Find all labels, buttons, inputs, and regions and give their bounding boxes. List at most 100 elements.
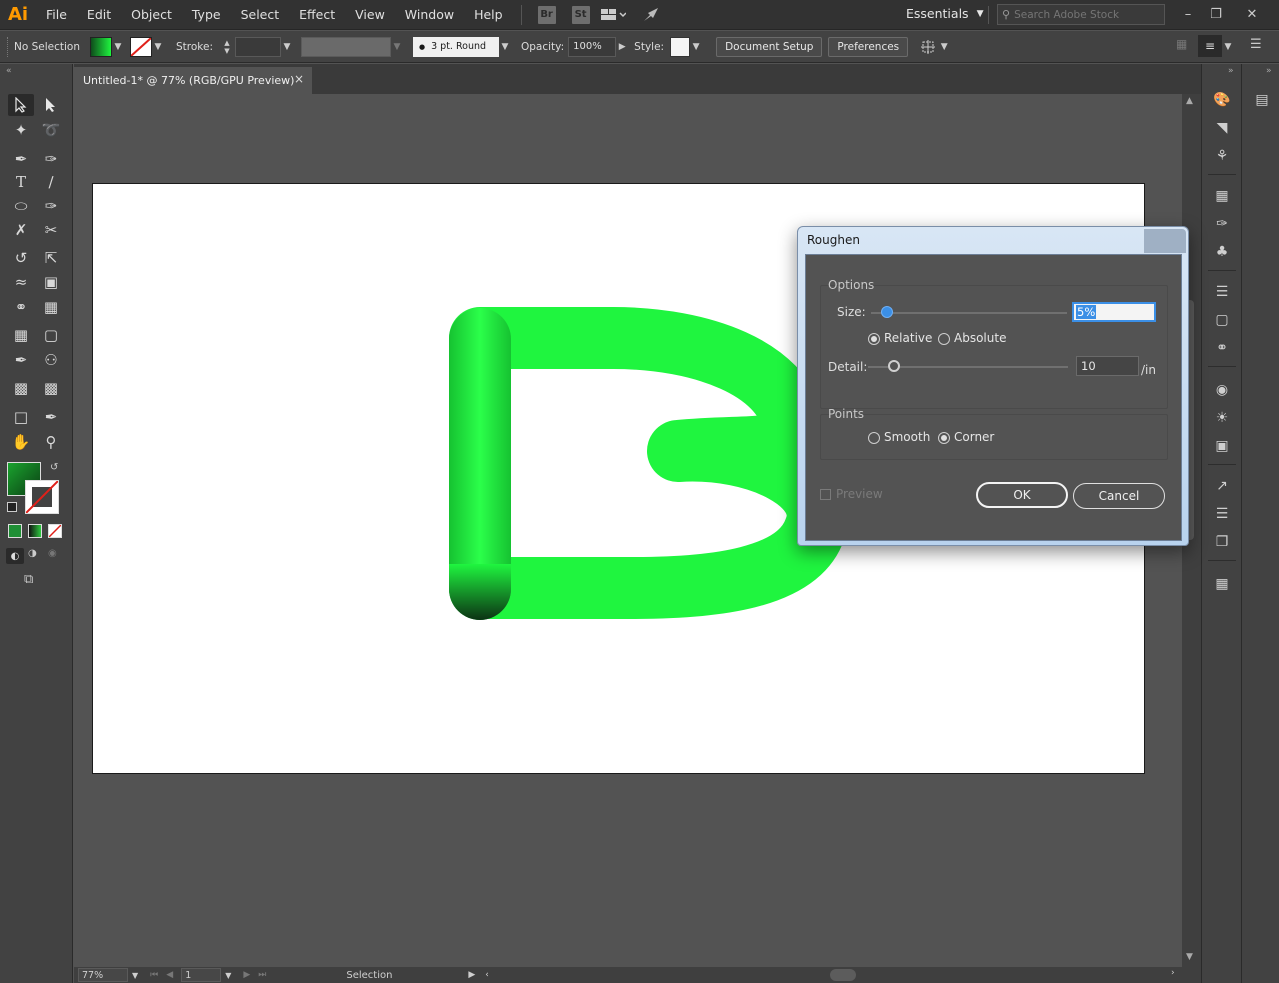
- stroke-weight-stepper[interactable]: ▲ ▼: [221, 37, 233, 57]
- menu-window[interactable]: Window: [395, 0, 464, 30]
- scale-tool-icon[interactable]: ⇱: [38, 247, 64, 269]
- chevron-down-icon[interactable]: ▼: [1222, 37, 1234, 57]
- transform-icon[interactable]: [918, 37, 938, 57]
- selection-tool-icon[interactable]: [8, 94, 34, 116]
- pen-tool-icon[interactable]: ✒: [8, 148, 34, 170]
- free-transform-tool-icon[interactable]: ▣: [38, 271, 64, 293]
- artboard-tool-icon[interactable]: □: [8, 406, 34, 428]
- stock-button[interactable]: St: [571, 5, 590, 24]
- control-menu-icon[interactable]: ☰: [1250, 37, 1266, 55]
- direct-selection-tool-icon[interactable]: [38, 94, 64, 116]
- scroll-right-icon[interactable]: ›: [1171, 968, 1175, 978]
- chevron-up-icon[interactable]: ▲: [1186, 96, 1193, 106]
- color-themes-icon[interactable]: ⚘: [1212, 146, 1232, 166]
- slice-tool-icon[interactable]: ✒: [38, 406, 64, 428]
- chevron-down-icon[interactable]: ▼: [281, 37, 293, 57]
- chevron-down-icon[interactable]: ▼: [499, 37, 511, 57]
- perspective-grid-tool-icon[interactable]: ▦: [38, 296, 64, 318]
- ok-button[interactable]: OK: [976, 482, 1068, 508]
- chevron-down-icon[interactable]: ▼: [132, 971, 138, 980]
- chevron-down-icon[interactable]: ▼: [1186, 952, 1193, 962]
- draw-normal-icon[interactable]: ◐: [6, 548, 24, 564]
- type-tool-icon[interactable]: T: [8, 171, 34, 193]
- menu-help[interactable]: Help: [464, 0, 513, 30]
- preview-checkbox[interactable]: [820, 489, 831, 500]
- collapse-panel-icon[interactable]: «: [6, 66, 12, 76]
- brush-definition[interactable]: ● 3 pt. Round: [413, 36, 499, 57]
- restore-icon[interactable]: ❐: [1204, 4, 1228, 24]
- scissors-tool-icon[interactable]: ✂: [38, 219, 64, 241]
- variable-width-profile[interactable]: [301, 36, 391, 57]
- line-tool-icon[interactable]: ∕: [38, 171, 64, 193]
- ellipse-tool-icon[interactable]: ⬭: [8, 195, 34, 217]
- detail-slider[interactable]: [868, 359, 1068, 375]
- swap-colors-icon[interactable]: ↺: [50, 462, 58, 473]
- draw-inside-icon[interactable]: ◉: [48, 548, 64, 564]
- transparency-icon[interactable]: ⚭: [1212, 338, 1232, 358]
- next-artboard-icon[interactable]: ▶: [243, 970, 250, 980]
- color-mode-icon[interactable]: [8, 524, 22, 538]
- artboard-number-field[interactable]: 1: [181, 968, 222, 982]
- layers-export-icon[interactable]: ▣: [1212, 436, 1232, 456]
- chevron-right-icon[interactable]: ▶: [616, 37, 628, 57]
- none-mode-icon[interactable]: [48, 524, 62, 538]
- chevron-down-icon[interactable]: ▼: [225, 971, 231, 980]
- collapse-panel-icon[interactable]: »: [1228, 66, 1234, 76]
- detail-slider-thumb[interactable]: [888, 360, 900, 372]
- symbol-sprayer-tool-icon[interactable]: ▩: [8, 377, 34, 399]
- collapse-panel-icon[interactable]: »: [1266, 66, 1272, 76]
- mesh-tool-icon[interactable]: ▦: [8, 324, 34, 346]
- eyedropper-tool-icon[interactable]: ✒: [8, 349, 34, 371]
- bridge-button[interactable]: Br: [537, 5, 556, 24]
- opacity-field[interactable]: 100%: [568, 36, 617, 57]
- zoom-field[interactable]: 77%: [78, 968, 128, 982]
- align-icon[interactable]: ▦: [1176, 37, 1190, 55]
- symbols-icon[interactable]: ♣: [1212, 242, 1232, 262]
- graphic-styles-icon[interactable]: ☀: [1212, 408, 1232, 428]
- gradient-mode-icon[interactable]: [28, 524, 42, 538]
- minimize-icon[interactable]: –: [1176, 4, 1200, 24]
- gradient-tool-icon[interactable]: ▢: [38, 324, 64, 346]
- swatches-icon[interactable]: ▦: [1212, 186, 1232, 206]
- document-tab[interactable]: Untitled-1* @ 77% (RGB/GPU Preview) ×: [74, 67, 312, 94]
- chevron-down-icon[interactable]: ▼: [391, 37, 403, 57]
- close-tab-icon[interactable]: ×: [294, 72, 304, 86]
- previous-artboard-icon[interactable]: ◀: [166, 970, 173, 980]
- blend-tool-icon[interactable]: ⚇: [38, 349, 64, 371]
- menu-edit[interactable]: Edit: [77, 0, 121, 30]
- scroll-left-icon[interactable]: ‹: [485, 970, 489, 980]
- stroke-swatch[interactable]: [130, 36, 152, 57]
- horizontal-scroll-thumb[interactable]: [830, 969, 856, 981]
- stroke-color-swatch[interactable]: [25, 480, 59, 514]
- corner-radio[interactable]: [938, 432, 950, 444]
- warp-tool-icon[interactable]: ≈: [8, 271, 34, 293]
- color-palette-icon[interactable]: 🎨: [1212, 90, 1232, 110]
- absolute-radio[interactable]: [938, 333, 950, 345]
- asset-export-icon[interactable]: ↗: [1212, 476, 1232, 496]
- fill-swatch[interactable]: [90, 36, 112, 57]
- stock-search-box[interactable]: ⚲: [997, 4, 1165, 25]
- transform-panel-icon[interactable]: ▦: [1212, 574, 1232, 594]
- gradient-panel-icon[interactable]: ▢: [1212, 310, 1232, 330]
- relative-radio[interactable]: [868, 333, 880, 345]
- smooth-radio[interactable]: [868, 432, 880, 444]
- artboards-icon[interactable]: ❐: [1212, 532, 1232, 552]
- chevron-down-icon[interactable]: ▼: [938, 37, 950, 57]
- hand-tool-icon[interactable]: ✋: [8, 431, 34, 453]
- brushes-icon[interactable]: ✑: [1212, 214, 1232, 234]
- arrange-documents-icon[interactable]: [598, 5, 628, 25]
- draw-behind-icon[interactable]: ◑: [28, 548, 44, 564]
- first-artboard-icon[interactable]: ⏮: [150, 970, 158, 980]
- detail-input[interactable]: 10: [1076, 356, 1139, 376]
- appearance-icon[interactable]: ◉: [1212, 380, 1232, 400]
- status-menu-icon[interactable]: ▶: [468, 970, 475, 980]
- style-swatch[interactable]: [670, 36, 691, 57]
- shape-builder-tool-icon[interactable]: ⚭: [8, 296, 34, 318]
- chevron-down-icon[interactable]: ▼: [112, 37, 124, 57]
- lasso-tool-icon[interactable]: ➰: [38, 119, 64, 141]
- preferences-button[interactable]: Preferences: [828, 36, 909, 57]
- stroke-panel-icon[interactable]: ☰: [1212, 282, 1232, 302]
- workspace-switcher[interactable]: Essentials ▼: [906, 6, 983, 21]
- stroke-weight-field[interactable]: [235, 36, 281, 57]
- align-panel-icon[interactable]: ▤: [1252, 90, 1272, 110]
